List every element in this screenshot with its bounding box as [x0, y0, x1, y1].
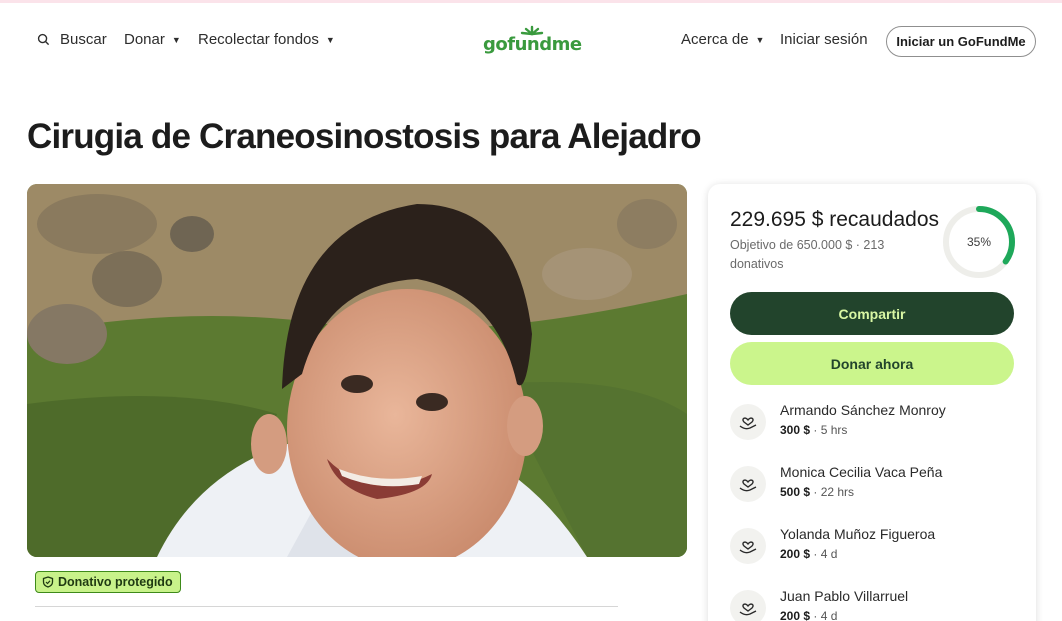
chevron-down-icon: ▼	[325, 34, 335, 45]
gofundme-logo[interactable]: gofundme	[483, 25, 583, 59]
logo-text: gofundme	[483, 34, 582, 55]
heart-hand-icon	[730, 590, 766, 621]
search-icon	[37, 33, 50, 46]
donation-item: Yolanda Muñoz Figueroa 200 $ · 4 d	[730, 526, 1020, 576]
donor-name: Armando Sánchez Monroy	[780, 402, 946, 418]
about-menu[interactable]: Acerca de ▼	[681, 31, 764, 48]
about-menu-label: Acerca de	[681, 31, 749, 48]
donation-meta: 200 $ · 4 d	[780, 547, 837, 561]
donation-meta: 300 $ · 5 hrs	[780, 423, 847, 437]
heart-hand-icon	[730, 404, 766, 440]
fundraise-menu[interactable]: Recolectar fondos ▼	[198, 31, 335, 48]
start-gofundme-button[interactable]: Iniciar un GoFundMe	[886, 26, 1036, 57]
heart-hand-icon	[730, 466, 766, 502]
search-link[interactable]: Buscar	[37, 31, 107, 48]
donation-time: · 22 hrs	[810, 485, 855, 499]
donation-time: · 4 d	[810, 609, 838, 621]
protected-donation-badge[interactable]: Donativo protegido	[35, 571, 181, 593]
donate-menu-label: Donar	[124, 31, 165, 48]
donor-name: Yolanda Muñoz Figueroa	[780, 526, 936, 542]
search-label: Buscar	[60, 31, 107, 48]
donation-amount: 500 $	[780, 485, 811, 499]
donation-card: 229.695 $ recaudados Objetivo de 650.000…	[708, 184, 1036, 621]
donation-item: Juan Pablo Villarruel 200 $ · 4 d	[730, 588, 1020, 621]
campaign-title: Cirugia de Craneosinostosis para Alejadr…	[27, 117, 702, 156]
login-label: Iniciar sesión	[780, 31, 868, 48]
protected-badge-label: Donativo protegido	[58, 575, 173, 589]
donate-now-button[interactable]: Donar ahora	[730, 342, 1014, 385]
donation-meta: 200 $ · 4 d	[780, 609, 837, 621]
progress-percent: 35%	[966, 235, 992, 249]
divider	[35, 606, 618, 607]
fundraise-menu-label: Recolectar fondos	[198, 31, 319, 48]
goal-and-donations: Objetivo de 650.000 $ · 213 donativos	[730, 238, 885, 271]
chevron-down-icon: ▼	[171, 34, 181, 45]
donation-item: Armando Sánchez Monroy 300 $ · 5 hrs	[730, 402, 1020, 452]
login-link[interactable]: Iniciar sesión	[780, 31, 868, 48]
donation-time: · 4 d	[810, 547, 838, 561]
chevron-down-icon: ▼	[755, 34, 765, 45]
donate-menu[interactable]: Donar ▼	[124, 31, 181, 48]
shield-icon	[42, 576, 54, 588]
amount-raised: 229.695 $ recaudados	[730, 208, 940, 231]
donation-time: · 5 hrs	[810, 423, 848, 437]
donor-name: Monica Cecilia Vaca Peña	[780, 464, 943, 480]
heart-hand-icon	[730, 528, 766, 564]
campaign-photo[interactable]	[27, 184, 687, 557]
donation-amount: 300 $	[780, 423, 811, 437]
share-button[interactable]: Compartir	[730, 292, 1014, 335]
donation-amount: 200 $	[780, 547, 811, 561]
donation-item: Monica Cecilia Vaca Peña 500 $ · 22 hrs	[730, 464, 1020, 514]
donor-name: Juan Pablo Villarruel	[780, 588, 909, 604]
donation-amount: 200 $	[780, 609, 811, 621]
top-navigation: Buscar Donar ▼ Recolectar fondos ▼ gofundm…	[0, 3, 1062, 73]
donation-meta: 500 $ · 22 hrs	[780, 485, 854, 499]
